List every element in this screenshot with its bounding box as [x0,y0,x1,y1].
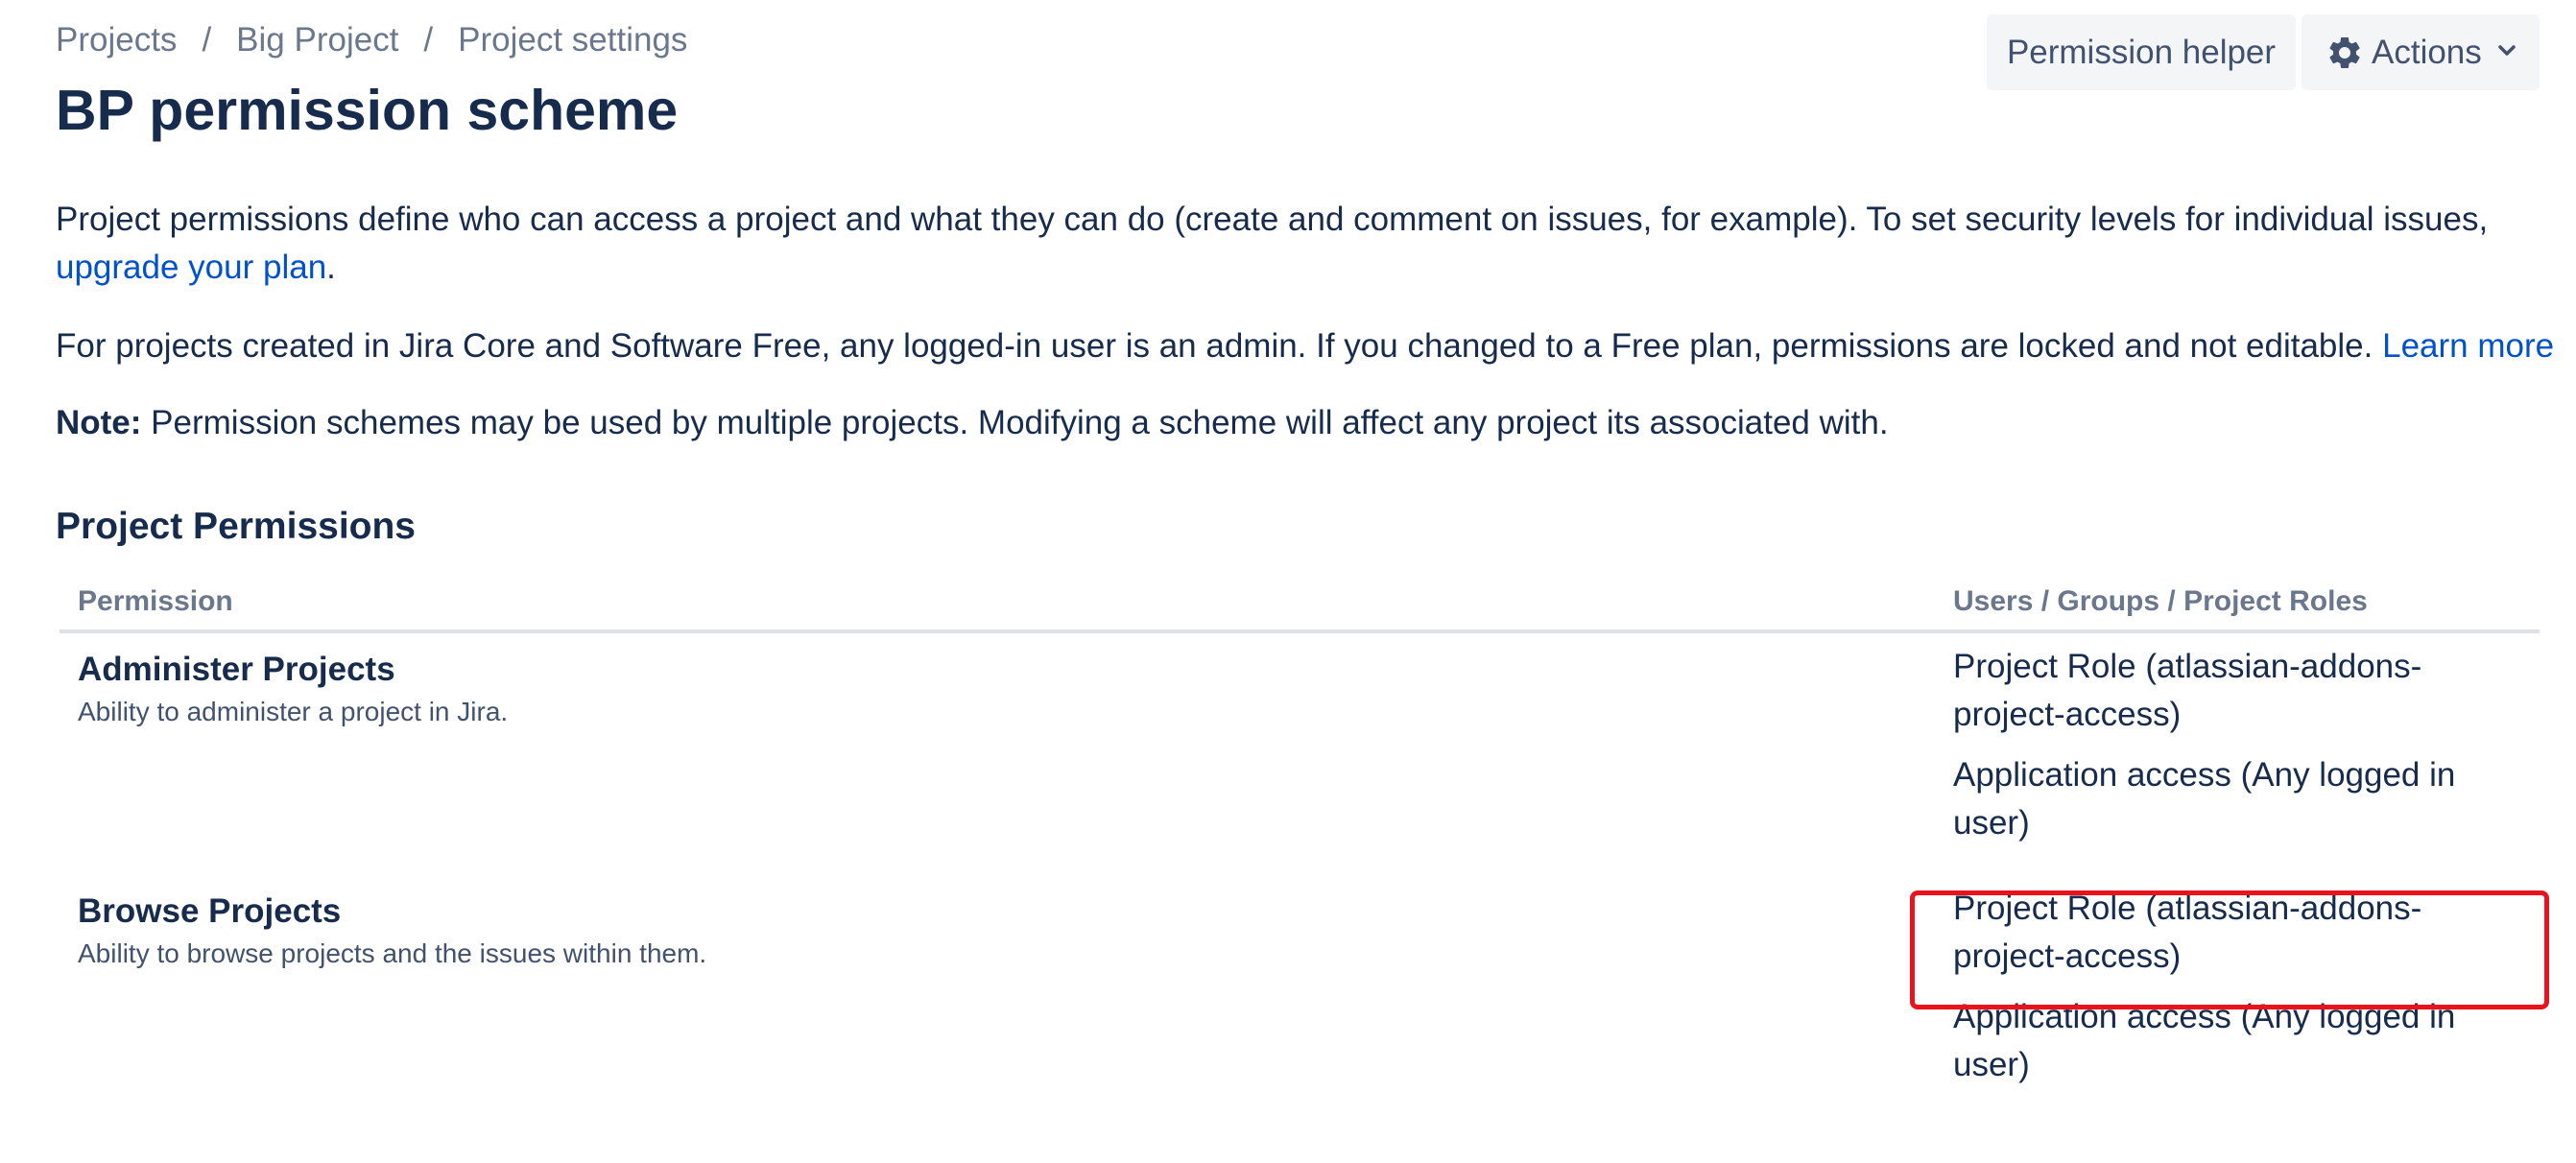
section-title: Project Permissions [56,506,416,547]
breadcrumb-separator: / [423,21,434,59]
breadcrumb: Projects / Big Project / Project setting… [56,21,687,59]
note-label: Note: [56,404,142,441]
actions-label: Actions [2372,33,2482,71]
permission-scheme-page: Projects / Big Project / Project setting… [0,0,2576,1137]
note-text: Permission schemes may be used by multip… [151,404,1889,441]
breadcrumb-project-settings[interactable]: Project settings [458,21,687,59]
column-header-permission: Permission [78,585,233,617]
permission-name: Administer Projects [78,651,395,688]
breadcrumb-projects[interactable]: Projects [56,21,177,59]
free-plan-paragraph: For projects created in Jira Core and So… [56,322,2554,370]
permission-description: Ability to administer a project in Jira. [78,697,509,726]
chevron-down-icon [2498,44,2516,56]
grant-list: Project Role (atlassian-addons-project-a… [1953,885,2529,1102]
upgrade-plan-link[interactable]: upgrade your plan [56,249,326,286]
description-paragraph: Project permissions define who can acces… [56,196,2522,292]
free-plan-text: For projects created in Jira Core and So… [56,327,2373,365]
breadcrumb-big-project[interactable]: Big Project [236,21,398,59]
table-row: Administer Projects Ability to administe… [60,633,2540,875]
page-toolbar: Permission helper Actions [1987,14,2540,90]
permission-name: Browse Projects [78,892,342,930]
grant-list: Project Role (atlassian-addons-project-a… [1953,643,2529,860]
actions-dropdown-button[interactable]: Actions [2302,14,2540,90]
grant-item: Application access (Any logged in user) [1953,756,2456,842]
permission-description: Ability to browse projects and the issue… [78,938,707,968]
permission-helper-label: Permission helper [2006,33,2277,71]
learn-more-link[interactable]: Learn more [2382,327,2554,365]
description-suffix: . [326,249,336,286]
permissions-table: Permission Users / Groups / Project Role… [60,566,2540,1163]
table-row: Browse Projects Ability to browse projec… [60,875,2540,1163]
column-header-grants: Users / Groups / Project Roles [1953,585,2368,617]
description-text: Project permissions define who can acces… [56,201,2489,238]
grant-item: Project Role (atlassian-addons-project-a… [1953,648,2422,733]
permission-helper-button[interactable]: Permission helper [1987,14,2296,90]
breadcrumb-separator: / [202,21,212,59]
note-paragraph: Note: Permission schemes may be used by … [56,399,2522,447]
gear-icon [2329,36,2360,68]
grant-item: Application access (Any logged in user) [1953,998,2456,1083]
table-header: Permission Users / Groups / Project Role… [60,566,2540,633]
grant-item: Project Role (atlassian-addons-project-a… [1953,890,2422,975]
page-title: BP permission scheme [56,79,679,142]
